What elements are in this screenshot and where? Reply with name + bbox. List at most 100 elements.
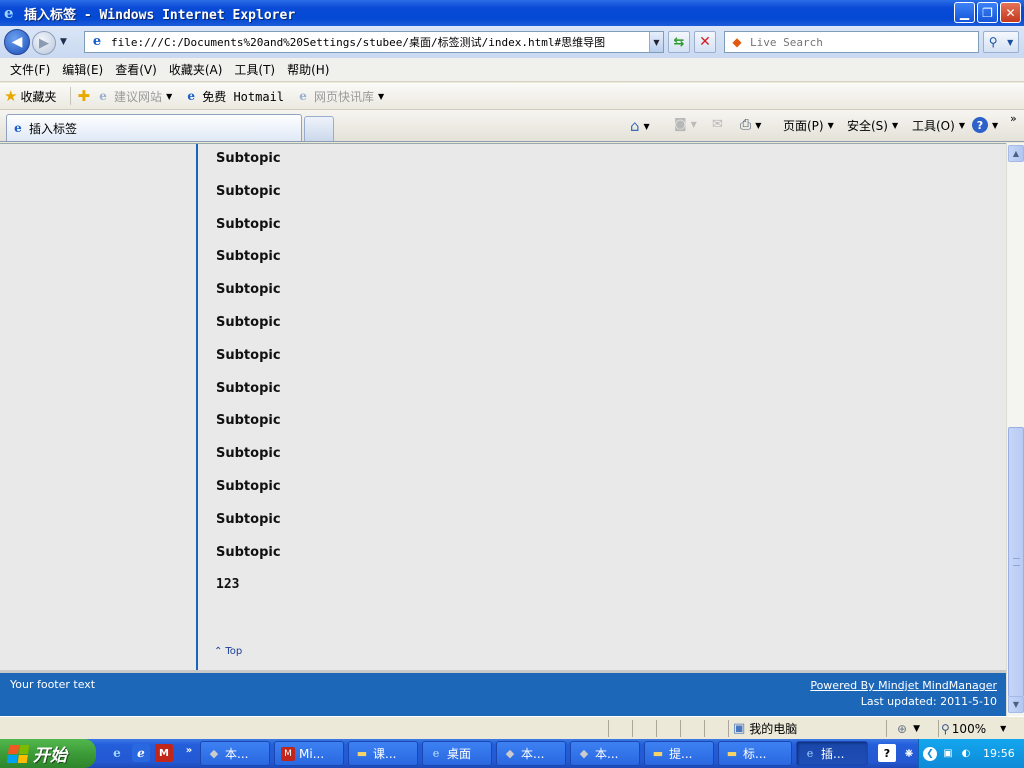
scroll-down-button[interactable]: ▼	[1008, 696, 1024, 713]
quicklaunch-browser-icon[interactable]: ℯ	[132, 744, 150, 762]
home-button[interactable]: ⌂ ▼	[630, 117, 650, 135]
taskbar-button[interactable]: e 桌面	[422, 741, 492, 766]
safety-menu[interactable]: 安全(S) ▼	[847, 117, 898, 134]
taskbar-button-label: 本...	[521, 747, 545, 761]
menu-help[interactable]: 帮助(H)	[281, 61, 335, 78]
suggested-sites[interactable]: e 建议网站 ▼	[96, 88, 172, 105]
taskbar-button-label: 桌面	[447, 747, 472, 761]
menu-file[interactable]: 文件(F)	[4, 61, 56, 78]
url-dropdown[interactable]: ▼	[649, 32, 663, 52]
minimize-button[interactable]: ▁	[954, 2, 975, 23]
status-divider	[608, 720, 609, 737]
search-input[interactable]	[750, 33, 978, 51]
volume-icon[interactable]: ◐	[959, 747, 973, 761]
feeds-button[interactable]: ◙ ▼	[674, 117, 697, 132]
topic-item: Subtopic	[216, 282, 281, 298]
quicklaunch-mindmanager-icon[interactable]: M	[155, 744, 173, 762]
taskbar-button[interactable]: ◆ 本...	[200, 741, 270, 766]
search-options-dropdown-icon[interactable]: ▼	[1007, 38, 1013, 47]
hotmail-link[interactable]: e 免费 Hotmail	[184, 88, 284, 105]
safety-menu-label: 安全(S)	[847, 119, 888, 133]
powered-by-link[interactable]: Powered By Mindjet MindManager	[810, 679, 997, 692]
tools-menu-label: 工具(O)	[912, 119, 955, 133]
stop-button[interactable]: ✕	[694, 31, 716, 53]
hotmail-label: 免费 Hotmail	[202, 89, 285, 104]
url-field[interactable]: e file:///C:/Documents%20and%20Settings/…	[84, 31, 664, 53]
taskbar: 开始 e ℯ M » ◆ 本... M Mi... ▬ 课... e 桌面 ◆ 本... …	[0, 739, 1024, 768]
topic-item: Subtopic	[216, 413, 281, 429]
zoom-control[interactable]: ⚲ 100% ▼	[938, 720, 1018, 737]
quicklaunch-more-chevron-icon[interactable]: »	[180, 741, 198, 759]
search-box[interactable]: ◆	[724, 31, 979, 53]
menu-view[interactable]: 查看(V)	[109, 61, 163, 78]
topic-item: Subtopic	[216, 347, 281, 363]
taskbar-button[interactable]: ▬ 课...	[348, 741, 418, 766]
mindmanager-icon: M	[281, 746, 295, 761]
computer-icon: ▣	[733, 721, 746, 736]
taskbar-button[interactable]: ▬ 提...	[644, 741, 714, 766]
help-menu[interactable]: ? ▼	[972, 117, 998, 133]
chevron-down-icon: ▼	[166, 91, 173, 101]
tab-current[interactable]: e 插入标签	[6, 114, 302, 141]
print-button[interactable]: ⎙ ▼	[740, 117, 761, 133]
topic-item: Subtopic	[216, 511, 281, 527]
status-divider	[680, 720, 681, 737]
network-icon[interactable]: ▣	[941, 747, 955, 761]
favorites-button[interactable]: ★ 收藏夹	[4, 87, 56, 105]
clock[interactable]: 19:56	[983, 747, 1015, 760]
magnifier-icon: ⚲	[988, 35, 998, 49]
close-button[interactable]: ✕	[1000, 2, 1021, 23]
ie-page-icon: e	[187, 89, 196, 103]
web-slice-label: 网页快讯库	[314, 89, 375, 104]
tab-label: 插入标签	[29, 121, 78, 136]
protected-mode[interactable]: ⊕ ▼	[886, 720, 936, 737]
restore-button[interactable]: ❐	[977, 2, 998, 23]
page-menu[interactable]: 页面(P) ▼	[783, 117, 834, 134]
scroll-thumb[interactable]	[1008, 427, 1024, 697]
menu-edit[interactable]: 编辑(E)	[56, 61, 109, 78]
taskbar-button[interactable]: ▬ 标...	[718, 741, 792, 766]
topic-item: Subtopic	[216, 544, 281, 560]
rss-icon: ◙	[674, 117, 687, 132]
forward-button[interactable]: ▶	[32, 31, 56, 55]
ie-page-icon: e	[99, 89, 107, 103]
taskbar-button[interactable]: M Mi...	[274, 741, 344, 766]
vertical-scrollbar[interactable]: ▲ ▼	[1006, 143, 1024, 716]
taskbar-button-active[interactable]: e 插...	[796, 741, 868, 766]
window-title: 插入标签 - Windows Internet Explorer	[24, 7, 296, 23]
recent-pages-dropdown[interactable]: ▼	[60, 37, 67, 47]
drive-icon: ◆	[579, 747, 589, 760]
url-text[interactable]: file:///C:/Documents%20and%20Settings/st…	[111, 34, 649, 50]
favorites-label: 收藏夹	[20, 89, 57, 104]
start-button[interactable]: 开始	[0, 739, 96, 768]
input-method-icon[interactable]: ⎈	[900, 744, 918, 762]
web-slice-gallery[interactable]: e 网页快讯库 ▼	[296, 88, 384, 105]
tools-menu[interactable]: 工具(O) ▼	[912, 117, 965, 134]
tab-bar: e 插入标签 ⌂ ▼ ◙ ▼ ✉ ⎙ ▼ 页面(P) ▼ 安全(S) ▼ 工具(O) ▼ ?…	[0, 110, 1024, 142]
refresh-button[interactable]: ⇆	[668, 31, 690, 53]
search-button[interactable]: ⚲ ▼	[983, 31, 1019, 53]
tray-expand-icon[interactable]: ❮	[923, 746, 937, 761]
help-tray-icon[interactable]: ?	[878, 744, 896, 762]
add-favorite-icon[interactable]: ✚	[77, 87, 90, 105]
taskbar-button[interactable]: ◆ 本...	[570, 741, 640, 766]
topic-item: Subtopic	[216, 380, 281, 396]
more-commands-chevron-icon[interactable]: »	[1010, 112, 1017, 125]
topic-item: Subtopic	[216, 151, 281, 166]
folder-icon: ▬	[356, 747, 368, 760]
mail-button[interactable]: ✉	[712, 117, 723, 132]
new-tab-button[interactable]	[304, 116, 334, 141]
chevron-down-icon: ▼	[690, 120, 697, 129]
taskbar-button[interactable]: ◆ 本...	[496, 741, 566, 766]
back-button[interactable]: ◀	[4, 29, 30, 55]
taskbar-button-label: 提...	[669, 747, 693, 761]
scroll-up-button[interactable]: ▲	[1008, 145, 1024, 162]
star-icon: ★	[4, 87, 18, 105]
top-link-label: Top	[225, 646, 243, 657]
top-link[interactable]: ⌃ Top	[214, 646, 242, 657]
menu-tools[interactable]: 工具(T)	[228, 61, 281, 78]
page-sidebar	[0, 144, 196, 672]
menu-favorites[interactable]: 收藏夹(A)	[163, 61, 229, 78]
quicklaunch-ie-icon[interactable]: e	[108, 744, 126, 762]
caret-up-icon: ⌃	[214, 646, 223, 657]
